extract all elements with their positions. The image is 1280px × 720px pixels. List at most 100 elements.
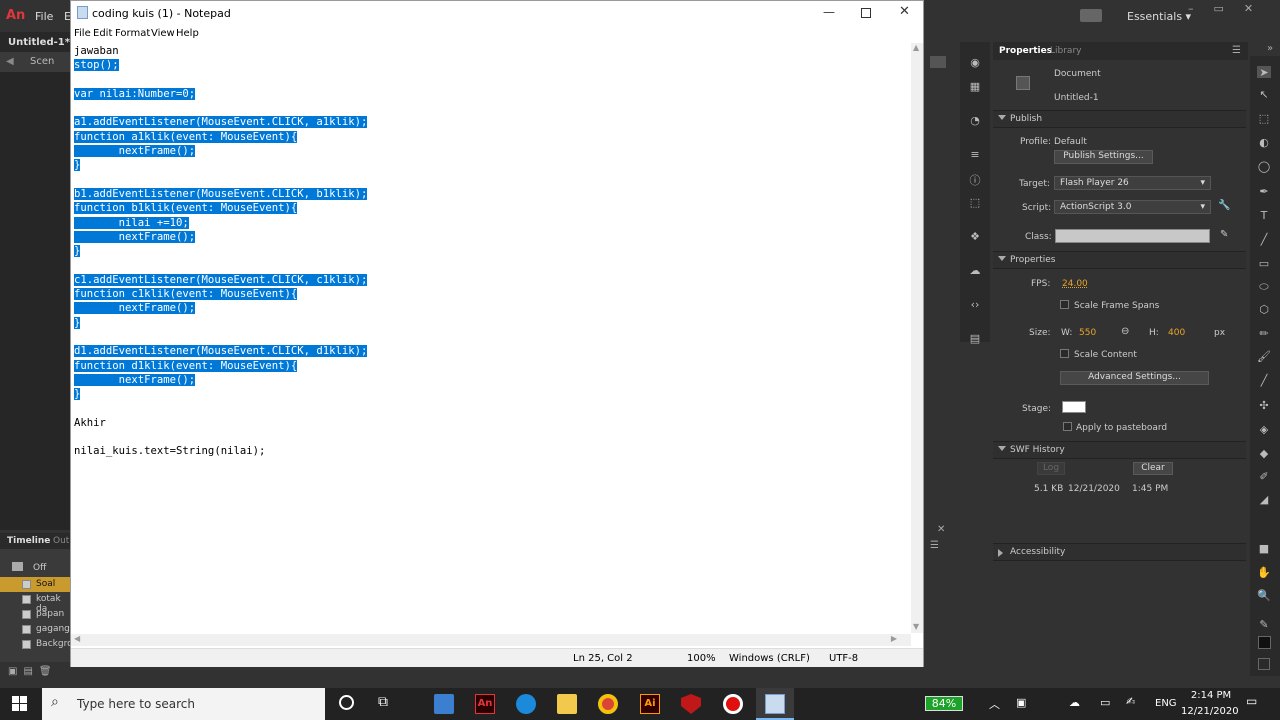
task-view-icon[interactable]: ⧉ — [378, 694, 388, 710]
polystar-tool-icon[interactable]: ⬡ — [1257, 303, 1271, 316]
stage-color-swatch[interactable] — [1062, 401, 1086, 413]
notifications-icon[interactable]: ▭ — [1246, 694, 1257, 708]
clear-button[interactable]: Clear — [1133, 462, 1173, 475]
grid-icon[interactable]: ▦ — [968, 80, 982, 93]
creative-cloud-icon[interactable]: ☁ — [968, 264, 982, 277]
illustrator-icon[interactable]: Ai — [640, 694, 660, 714]
properties-section-header[interactable]: Properties — [993, 251, 1246, 269]
eyedropper-icon[interactable]: ✐ — [1257, 470, 1271, 483]
clock-time[interactable]: 2:14 PM — [1189, 690, 1233, 701]
gamepad-icon[interactable] — [1080, 9, 1102, 22]
publish-section-header[interactable]: Publish — [993, 110, 1246, 128]
scroll-up-icon[interactable]: ▲ — [913, 43, 919, 52]
menu-file[interactable]: File — [74, 28, 91, 39]
tab-library[interactable]: Library — [1050, 46, 1081, 56]
info-icon[interactable]: ⓘ — [968, 172, 982, 187]
camera-icon[interactable] — [12, 562, 23, 571]
chrome-icon[interactable] — [598, 694, 618, 714]
layer-row[interactable]: Soal — [0, 577, 70, 592]
vertical-scrollbar[interactable]: ▲ ▼ — [911, 43, 923, 633]
apply-pasteboard-checkbox[interactable] — [1063, 422, 1072, 431]
wrench-icon[interactable]: 🔧 — [1218, 200, 1230, 211]
zoom-tool-icon[interactable]: 🔍 — [1257, 589, 1271, 602]
transform-icon[interactable]: ⬚ — [968, 196, 982, 209]
lasso-icon[interactable]: ◯ — [1257, 160, 1271, 173]
code-icon[interactable]: ‹› — [968, 298, 982, 311]
class-input[interactable] — [1055, 229, 1210, 243]
horizontal-scrollbar[interactable]: ◀ ▶ — [71, 634, 911, 646]
swf-history-section-header[interactable]: SWF History — [993, 441, 1246, 459]
palette-icon[interactable]: ◉ — [968, 56, 982, 69]
battery-indicator[interactable]: 84% — [925, 696, 963, 711]
meet-now-icon[interactable]: ▣ — [1016, 696, 1026, 709]
windows-start-icon[interactable] — [12, 696, 28, 712]
edge-icon[interactable] — [516, 694, 536, 714]
scene-label[interactable]: Scen — [30, 56, 54, 67]
tab-properties[interactable]: Properties — [999, 46, 1052, 56]
link-icon[interactable]: ⊖ — [1121, 326, 1129, 337]
document-tab[interactable]: Untitled-1* — [8, 37, 70, 48]
layer-tools[interactable]: ▣▤🗑 — [8, 666, 58, 677]
panel-menu-icon[interactable]: ☰ — [1232, 45, 1241, 56]
hand-tool-icon[interactable]: ✋ — [1257, 566, 1271, 579]
animate-window-controls[interactable]: –▭✕ — [1188, 2, 1273, 15]
panel-menu-icon[interactable]: ☰ — [930, 540, 939, 551]
dropdown-icon[interactable] — [930, 56, 946, 68]
brush-tool-icon[interactable]: 🖌 — [1257, 350, 1271, 363]
recorder-icon[interactable] — [723, 694, 743, 714]
clapper-icon[interactable]: ▤ — [968, 332, 982, 345]
scroll-down-icon[interactable]: ▼ — [913, 622, 919, 631]
advanced-settings-button[interactable]: Advanced Settings... — [1060, 371, 1209, 385]
close-button[interactable]: ✕ — [899, 4, 910, 19]
accessibility-section-header[interactable]: Accessibility — [993, 543, 1246, 561]
menu-help[interactable]: Help — [176, 28, 199, 39]
layer-row[interactable]: Backgro — [0, 637, 73, 652]
scale-content-checkbox[interactable] — [1060, 349, 1069, 358]
free-transform-icon[interactable]: ⬚ — [1257, 112, 1271, 125]
animate-app-icon[interactable]: An — [475, 694, 495, 714]
target-select[interactable]: Flash Player 26 ▾ — [1054, 176, 1211, 190]
line-tool-icon[interactable]: ╱ — [1257, 233, 1271, 246]
chevron-up-icon[interactable]: ︿ — [989, 696, 1000, 712]
selection-tool-icon[interactable]: ➤ — [1257, 66, 1271, 79]
menu-format[interactable]: Format — [115, 28, 150, 39]
close-icon[interactable]: ✕ — [937, 524, 945, 535]
collapse-icon[interactable]: » — [1267, 43, 1273, 54]
log-button[interactable]: Log — [1037, 462, 1065, 475]
tab-timeline[interactable]: Timeline — [7, 536, 50, 546]
language-indicator[interactable]: ENG — [1155, 698, 1177, 709]
rectangle-tool-icon[interactable]: ▭ — [1257, 257, 1271, 270]
height-value[interactable]: 400 — [1168, 328, 1185, 338]
store-icon[interactable] — [434, 694, 454, 714]
components-icon[interactable]: ❖ — [968, 230, 982, 243]
clock-date[interactable]: 12/21/2020 — [1181, 706, 1239, 717]
onedrive-icon[interactable]: ☁ — [1069, 696, 1080, 709]
oval-tool-icon[interactable]: ⬭ — [1257, 280, 1271, 293]
cortana-icon[interactable] — [339, 695, 354, 710]
text-editor[interactable]: jawaban stop(); var nilai:Number=0; a1.addE… — [74, 44, 910, 636]
script-select[interactable]: ActionScript 3.0 ▾ — [1054, 200, 1211, 214]
pen-workspace-icon[interactable]: ✍ — [1126, 695, 1135, 708]
text-tool-icon[interactable]: T — [1257, 209, 1271, 222]
menu-edit[interactable]: Edit — [93, 28, 112, 39]
3d-rotation-icon[interactable]: ◐ — [1257, 136, 1271, 149]
scale-frame-spans-checkbox[interactable] — [1060, 300, 1069, 309]
layer-row[interactable]: papan — [0, 607, 70, 622]
align-icon[interactable]: ≡ — [968, 148, 982, 161]
network-icon[interactable]: ▭ — [1100, 696, 1110, 709]
menu-view[interactable]: View — [151, 28, 175, 39]
eraser-icon[interactable]: ◢ — [1257, 493, 1271, 506]
subselection-tool-icon[interactable]: ↖ — [1257, 88, 1271, 101]
fill-color-swatch[interactable] — [1258, 636, 1271, 649]
maximize-button[interactable] — [861, 8, 871, 18]
pencil-tool-icon[interactable]: ✏ — [1257, 327, 1271, 340]
paint-bucket-icon[interactable]: ◈ — [1257, 423, 1271, 436]
paint-brush-icon[interactable]: ╱ — [1257, 374, 1271, 387]
ink-bottle-icon[interactable]: ◆ — [1257, 447, 1271, 460]
file-explorer-icon[interactable] — [557, 694, 577, 714]
publish-settings-button[interactable]: Publish Settings... — [1054, 150, 1153, 164]
layer-row[interactable]: kotak da — [0, 592, 70, 614]
stroke-color-icon[interactable]: ✎ — [1257, 618, 1271, 631]
workspace-selector[interactable]: Essentials ▾ — [1127, 10, 1191, 23]
scroll-left-icon[interactable]: ◀ — [74, 634, 80, 643]
